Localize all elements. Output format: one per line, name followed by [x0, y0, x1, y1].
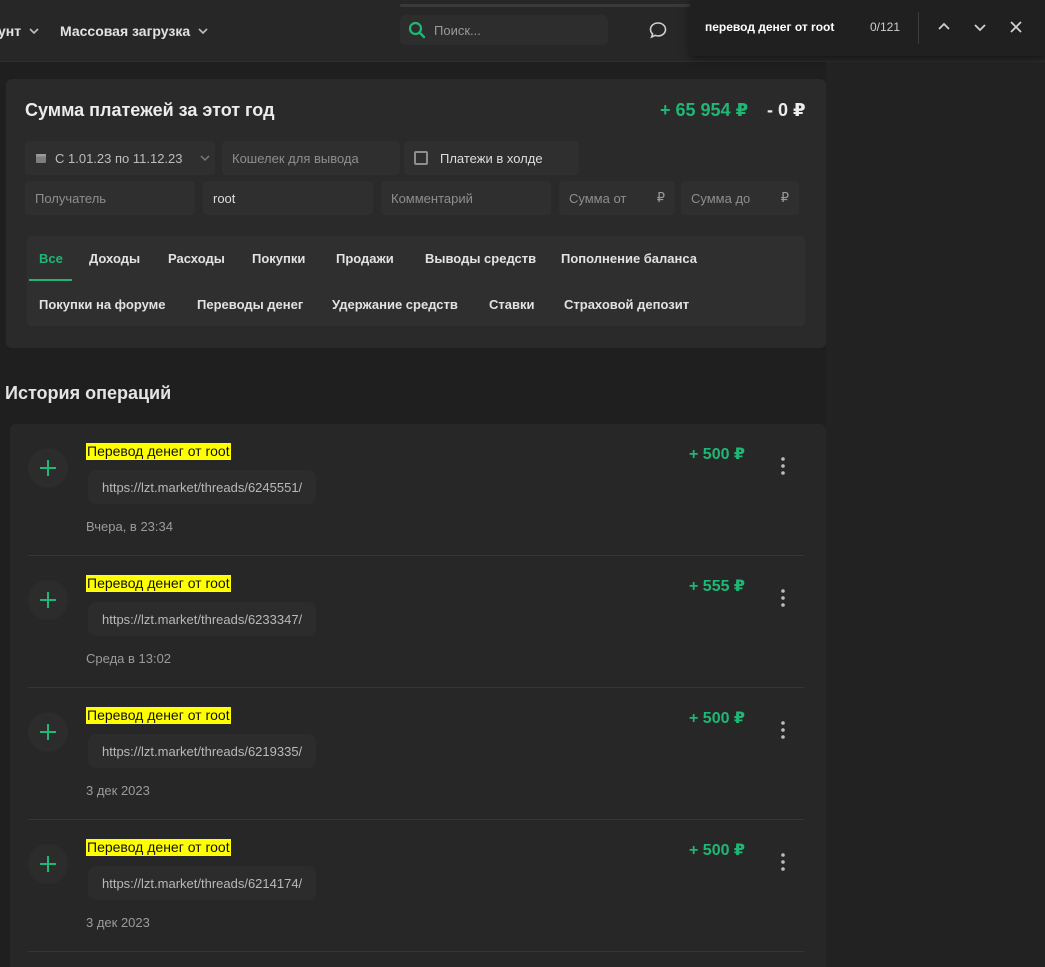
- search-box: [400, 15, 608, 45]
- comment-input[interactable]: [391, 190, 551, 206]
- calendar-icon: [36, 154, 46, 163]
- tab-forum-purchases[interactable]: Покупки на форуме: [39, 297, 166, 317]
- operation-link[interactable]: https://lzt.market/threads/6233347/: [88, 602, 317, 636]
- chevron-down-icon: [200, 155, 210, 162]
- payments-summary-card: Сумма платежей за этот год + 65 954 ₽ - …: [6, 79, 826, 348]
- more-vertical-icon[interactable]: [776, 852, 790, 872]
- right-empty-pane: [826, 62, 1045, 967]
- sum-from-input[interactable]: [569, 190, 639, 206]
- ruble-sign: ₽: [780, 190, 789, 205]
- summary-expense: - 0 ₽: [767, 100, 806, 120]
- find-previous-chevron-up-icon[interactable]: [935, 18, 953, 36]
- operation-amount: + 500 ₽: [689, 710, 746, 727]
- chevron-down-icon: [198, 28, 208, 35]
- income-plus-icon: [28, 580, 68, 620]
- tab-holds[interactable]: Удержание средств: [332, 297, 458, 317]
- sum-from-field[interactable]: ₽: [559, 181, 675, 215]
- recipient-field[interactable]: [25, 181, 195, 215]
- hold-payments-checkbox[interactable]: Платежи в холде: [404, 141, 579, 175]
- tab-deposits[interactable]: Пополнение баланса: [561, 251, 697, 271]
- operations-list: Перевод денег от root https://lzt.market…: [10, 424, 826, 967]
- chat-bubble-icon[interactable]: [648, 20, 668, 40]
- summary-income: + 65 954 ₽: [660, 100, 749, 120]
- comment-field[interactable]: [381, 181, 551, 215]
- income-plus-icon: [28, 712, 68, 752]
- find-next-chevron-down-icon[interactable]: [971, 18, 989, 36]
- operation-time: 3 дек 2023: [86, 783, 150, 798]
- operation-time: 3 дек 2023: [86, 915, 150, 930]
- tab-purchases[interactable]: Покупки: [252, 251, 305, 271]
- operation-time: Вчера, в 23:34: [86, 519, 173, 534]
- operation-link[interactable]: https://lzt.market/threads/6214174/: [88, 866, 317, 900]
- operation-time: Среда в 13:02: [86, 651, 172, 666]
- sender-input[interactable]: [213, 190, 373, 206]
- more-vertical-icon[interactable]: [776, 720, 790, 740]
- tab-income[interactable]: Доходы: [89, 251, 140, 271]
- sender-field[interactable]: [203, 181, 373, 215]
- history-title: История операций: [5, 383, 172, 403]
- sum-to-field[interactable]: ₽: [681, 181, 799, 215]
- tab-expenses[interactable]: Расходы: [168, 251, 225, 271]
- tab-bets[interactable]: Ставки: [489, 297, 534, 317]
- summary-title: Сумма платежей за этот год: [25, 100, 275, 120]
- tab-sales[interactable]: Продажи: [336, 251, 394, 271]
- search-input[interactable]: [434, 22, 594, 38]
- find-match-count: 0/121: [870, 20, 901, 34]
- tab-money-transfers[interactable]: Переводы денег: [197, 297, 303, 317]
- nav-account-label: унт: [0, 23, 22, 39]
- operation-amount: + 500 ₽: [689, 446, 746, 463]
- income-plus-icon: [28, 448, 68, 488]
- operation-amount: + 500 ₽: [689, 842, 746, 859]
- search-icon: [408, 21, 426, 39]
- date-range-picker[interactable]: С 1.01.23 по 11.12.23: [25, 141, 215, 175]
- operation-type-tabs: Все Доходы Расходы Покупки Продажи Вывод…: [27, 236, 805, 326]
- more-vertical-icon[interactable]: [776, 456, 790, 476]
- tab-all[interactable]: Все: [39, 251, 63, 271]
- hold-payments-label: Платежи в холде: [440, 150, 543, 166]
- operation-title: Перевод денег от root: [86, 443, 231, 460]
- sum-to-input[interactable]: [691, 190, 761, 206]
- ruble-sign: ₽: [656, 190, 665, 205]
- operation-row: Перевод денег от root https://lzt.market…: [28, 820, 804, 952]
- operation-row: Перевод денег от root https://lzt.market…: [28, 556, 804, 688]
- operation-title: Перевод денег от root: [86, 707, 231, 724]
- checkbox-square[interactable]: [414, 151, 428, 165]
- find-divider: [918, 12, 919, 44]
- operation-row: Перевод денег от root https://lzt.market…: [28, 424, 804, 556]
- scroll-indicator: [400, 4, 700, 7]
- operation-title: Перевод денег от root: [86, 839, 231, 856]
- operation-link[interactable]: https://lzt.market/threads/6245551/: [88, 470, 317, 504]
- operation-link[interactable]: https://lzt.market/threads/6219335/: [88, 734, 317, 768]
- active-tab-underline: [29, 279, 72, 281]
- nav-bulk-upload-menu[interactable]: Массовая загрузка: [60, 22, 208, 40]
- income-plus-icon: [28, 844, 68, 884]
- operation-title: Перевод денег от root: [86, 575, 231, 592]
- tab-insurance-deposit[interactable]: Страховой депозит: [564, 297, 689, 317]
- find-query[interactable]: перевод денег от root: [705, 20, 834, 34]
- nav-account-menu[interactable]: унт: [0, 22, 39, 40]
- operation-row: Перевод денег от root https://lzt.market…: [28, 688, 804, 820]
- more-vertical-icon[interactable]: [776, 588, 790, 608]
- find-close-icon[interactable]: [1007, 18, 1025, 36]
- chevron-down-icon: [29, 28, 39, 35]
- tab-withdrawals[interactable]: Выводы средств: [425, 251, 536, 271]
- wallet-input[interactable]: [232, 150, 400, 166]
- date-range-value: С 1.01.23 по 11.12.23: [55, 150, 183, 166]
- nav-bulk-label: Массовая загрузка: [60, 23, 191, 39]
- operation-amount: + 555 ₽: [689, 578, 746, 595]
- recipient-input[interactable]: [35, 190, 195, 206]
- find-in-page-bar: перевод денег от root 0/121: [690, 0, 1045, 56]
- wallet-field[interactable]: [222, 141, 400, 175]
